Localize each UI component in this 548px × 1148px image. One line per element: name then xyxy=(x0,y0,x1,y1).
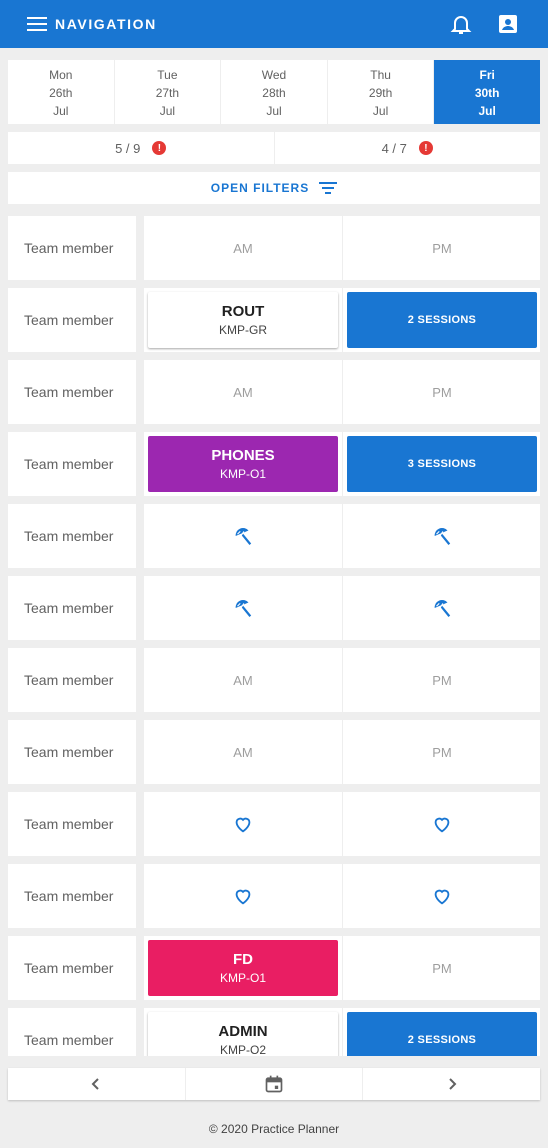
pm-slot[interactable]: PM xyxy=(343,936,540,1000)
next-day-button[interactable] xyxy=(363,1068,540,1100)
roster-row: Team member FD KMP-O1 PM xyxy=(8,936,540,1000)
alert-icon: ! xyxy=(152,141,167,155)
session-counts: 5 / 9 ! 4 / 7 ! xyxy=(8,132,540,164)
beach-umbrella-icon xyxy=(434,599,451,617)
roster-row: Team member PHONES KMP-O1 3 SESSIONS xyxy=(8,432,540,496)
team-member-label: Team member xyxy=(8,648,136,712)
navigation-title: NAVIGATION xyxy=(55,16,157,32)
chevron-left-icon xyxy=(91,1078,100,1090)
account-box-icon[interactable] xyxy=(496,12,520,36)
roster-row: Team member AM PM xyxy=(8,648,540,712)
team-member-label: Team member xyxy=(8,936,136,1000)
beach-umbrella-icon xyxy=(434,527,451,545)
bell-icon[interactable] xyxy=(449,12,473,36)
team-member-label: Team member xyxy=(8,360,136,424)
beach-umbrella-icon xyxy=(235,599,252,617)
calendar-button[interactable] xyxy=(186,1068,364,1100)
copyright-footer: © 2020 Practice Planner xyxy=(208,1122,340,1136)
day-selector: Mon 26th Jul Tue 27th Jul Wed 28th Jul Thu 29th… xyxy=(8,60,540,124)
app-header: NAVIGATION xyxy=(0,0,548,48)
am-slot[interactable] xyxy=(144,576,342,640)
roster-row: Team member ROUT KMP-GR 2 SESSIONS xyxy=(8,288,540,352)
am-slot[interactable]: ADMIN KMP-O2 xyxy=(144,1008,342,1056)
beach-umbrella-icon xyxy=(235,527,252,545)
am-slot[interactable]: ROUT KMP-GR xyxy=(144,288,342,352)
pm-slot[interactable] xyxy=(343,504,540,568)
roster-row: Team member AM PM xyxy=(8,360,540,424)
session-card-rout[interactable]: ROUT KMP-GR xyxy=(148,292,338,348)
team-member-label: Team member xyxy=(8,720,136,784)
roster-row: Team member xyxy=(8,504,540,568)
am-slot[interactable]: AM xyxy=(144,216,342,280)
team-member-label: Team member xyxy=(8,432,136,496)
pm-slot[interactable]: 2 SESSIONS xyxy=(343,288,540,352)
roster-list: Team member AM PM Team member ROUT KMP-G… xyxy=(8,216,540,1056)
team-member-label: Team member xyxy=(8,792,136,856)
roster-row: Team member AM PM xyxy=(8,216,540,280)
day-tab-thu[interactable]: Thu 29th Jul xyxy=(328,60,435,124)
pm-slot[interactable]: PM xyxy=(343,216,540,280)
heart-icon xyxy=(434,889,450,905)
am-slot[interactable]: AM xyxy=(144,720,342,784)
am-slot[interactable] xyxy=(144,792,342,856)
roster-row: Team member ADMIN KMP-O2 2 SESSIONS xyxy=(8,1008,540,1056)
pm-slot[interactable]: PM xyxy=(343,648,540,712)
sessions-button[interactable]: 2 SESSIONS xyxy=(347,1012,537,1056)
alert-icon: ! xyxy=(418,141,433,155)
menu-icon[interactable] xyxy=(27,16,47,32)
day-tab-mon[interactable]: Mon 26th Jul xyxy=(8,60,115,124)
team-member-label: Team member xyxy=(8,504,136,568)
day-tab-tue[interactable]: Tue 27th Jul xyxy=(115,60,222,124)
previous-day-button[interactable] xyxy=(8,1068,186,1100)
pm-slot[interactable]: 2 SESSIONS xyxy=(343,1008,540,1056)
open-filters-button[interactable]: OPEN FILTERS xyxy=(8,172,540,204)
calendar-icon xyxy=(265,1075,283,1093)
am-slot[interactable] xyxy=(144,504,342,568)
roster-row: Team member xyxy=(8,576,540,640)
sessions-button[interactable]: 3 SESSIONS xyxy=(347,436,537,492)
heart-icon xyxy=(235,889,251,905)
am-count: 5 / 9 ! xyxy=(8,132,275,164)
am-slot[interactable] xyxy=(144,864,342,928)
pm-slot[interactable] xyxy=(343,792,540,856)
roster-row: Team member xyxy=(8,864,540,928)
team-member-label: Team member xyxy=(8,288,136,352)
am-slot[interactable]: AM xyxy=(144,360,342,424)
filter-icon xyxy=(319,182,338,194)
team-member-label: Team member xyxy=(8,576,136,640)
am-slot[interactable]: PHONES KMP-O1 xyxy=(144,432,342,496)
am-slot[interactable]: FD KMP-O1 xyxy=(144,936,342,1000)
roster-row: Team member AM PM xyxy=(8,720,540,784)
session-card-fd[interactable]: FD KMP-O1 xyxy=(148,940,338,996)
session-card-admin[interactable]: ADMIN KMP-O2 xyxy=(148,1012,338,1056)
chevron-right-icon xyxy=(448,1078,457,1090)
pm-slot[interactable] xyxy=(343,864,540,928)
pm-count: 4 / 7 ! xyxy=(275,132,541,164)
pm-slot[interactable]: PM xyxy=(343,360,540,424)
roster-row: Team member xyxy=(8,792,540,856)
pm-slot[interactable] xyxy=(343,576,540,640)
session-card-phones[interactable]: PHONES KMP-O1 xyxy=(148,436,338,492)
heart-icon xyxy=(235,817,251,833)
pm-slot[interactable]: PM xyxy=(343,720,540,784)
team-member-label: Team member xyxy=(8,1008,136,1056)
am-slot[interactable]: AM xyxy=(144,648,342,712)
day-tab-wed[interactable]: Wed 28th Jul xyxy=(221,60,328,124)
bottom-nav xyxy=(8,1068,540,1100)
sessions-button[interactable]: 2 SESSIONS xyxy=(347,292,537,348)
day-tab-fri[interactable]: Fri 30th Jul xyxy=(434,60,540,124)
team-member-label: Team member xyxy=(8,864,136,928)
team-member-label: Team member xyxy=(8,216,136,280)
heart-icon xyxy=(434,817,450,833)
pm-slot[interactable]: 3 SESSIONS xyxy=(343,432,540,496)
